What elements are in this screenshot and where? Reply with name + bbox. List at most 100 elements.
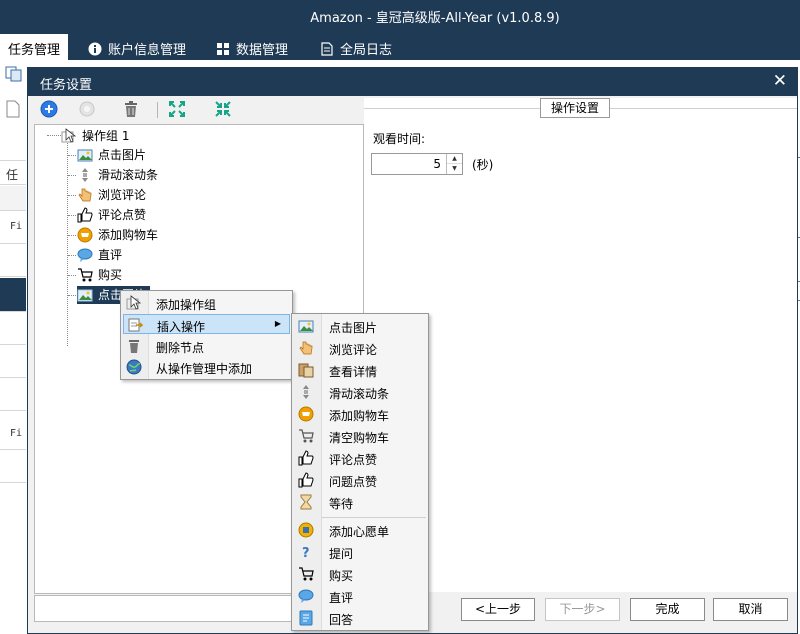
insert-operation-submenu: 点击图片 浏览评论 查看详情 滑动滚动条 添加购物车 清空购物车 评论点赞 问题… xyxy=(291,313,429,631)
cancel-button[interactable]: 取消 xyxy=(713,598,788,621)
disabled-circle-icon xyxy=(79,101,95,117)
background-row xyxy=(0,186,26,211)
tree-node-label: 添加购物车 xyxy=(98,228,159,242)
seconds-unit-label: (秒) xyxy=(472,158,494,172)
submenu-item-browse-reviews[interactable]: 浏览评论 xyxy=(294,338,426,358)
watch-time-input[interactable] xyxy=(373,155,445,173)
watch-time-label: 观看时间: xyxy=(373,132,426,146)
details-icon xyxy=(298,363,314,378)
menu-item-insert-operation[interactable]: 插入操作 ▶ xyxy=(123,314,290,334)
add-group-icon xyxy=(126,295,142,310)
submenu-item-question-like[interactable]: 问题点赞 xyxy=(294,470,426,490)
app-title: Amazon - 皇冠高级版-All-Year (v1.0.8.9) xyxy=(310,11,560,26)
cart-add-icon xyxy=(77,227,93,243)
watch-time-stepper[interactable]: ▲ ▼ xyxy=(371,153,463,175)
image-icon xyxy=(77,149,93,162)
tree-connector xyxy=(47,135,61,136)
menu-item-label: 评论点赞 xyxy=(329,453,378,467)
menu-item-label: 购买 xyxy=(329,569,354,583)
stepper-up-icon[interactable]: ▲ xyxy=(447,154,462,164)
menu-item-add-group[interactable]: 添加操作组 xyxy=(123,293,290,313)
tree-node-label: 操作组 1 xyxy=(82,129,130,143)
tree-connector xyxy=(68,195,76,196)
copy-icon xyxy=(5,66,22,82)
background-row-selected xyxy=(0,278,26,312)
tab-label: 任务管理 xyxy=(8,43,61,58)
disabled-button[interactable] xyxy=(78,100,100,120)
tab-data-management[interactable]: 数据管理 xyxy=(208,34,296,60)
stepper-buttons: ▲ ▼ xyxy=(446,154,462,174)
tree-node-click-image[interactable]: 点击图片 xyxy=(77,146,146,164)
submenu-item-clear-cart[interactable]: 清空购物车 xyxy=(294,426,426,446)
menu-item-label: 从操作管理中添加 xyxy=(156,362,253,376)
tree-connector xyxy=(68,275,76,276)
grid-icon xyxy=(217,43,229,55)
background-column-header: 任务 xyxy=(0,160,26,185)
submenu-item-add-to-cart[interactable]: 添加购物车 xyxy=(294,404,426,424)
tab-account-info[interactable]: 账户信息管理 xyxy=(80,34,194,60)
background-row xyxy=(0,313,26,345)
menu-item-label: 添加心愿单 xyxy=(329,525,390,539)
submenu-item-review-like[interactable]: 评论点赞 xyxy=(294,448,426,468)
submenu-item-add-wishlist[interactable]: 添加心愿单 xyxy=(294,520,426,540)
tree-node-scroll[interactable]: 滑动滚动条 xyxy=(77,166,158,184)
dialog-title: 任务设置 xyxy=(40,78,93,93)
tree-node-label: 滑动滚动条 xyxy=(98,168,159,182)
submenu-item-wait[interactable]: 等待 xyxy=(294,492,426,512)
menu-item-delete-node[interactable]: 删除节点 xyxy=(123,336,290,356)
tree-node-review-like[interactable]: 评论点赞 xyxy=(77,206,146,224)
scroll-icon xyxy=(82,168,88,182)
submenu-item-click-image[interactable]: 点击图片 xyxy=(294,316,426,336)
tree-node-direct-review[interactable]: 直评 xyxy=(77,246,122,264)
tab-task-management[interactable]: 任务管理 xyxy=(0,34,69,60)
submenu-separator xyxy=(322,517,426,518)
trash-icon xyxy=(129,340,139,353)
submenu-item-view-details[interactable]: 查看详情 xyxy=(294,360,426,380)
menu-item-label: 添加操作组 xyxy=(156,298,217,312)
expand-all-button[interactable] xyxy=(168,100,190,120)
menu-item-add-from-manager[interactable]: 从操作管理中添加 xyxy=(123,357,290,377)
finish-button[interactable]: 完成 xyxy=(630,598,705,621)
tree-connector xyxy=(68,175,76,176)
submenu-item-ask-question[interactable]: ? 提问 xyxy=(294,542,426,562)
globe-icon xyxy=(126,359,142,375)
close-icon[interactable]: ✕ xyxy=(773,71,787,91)
prev-step-button[interactable]: <上一步 xyxy=(461,598,535,621)
expand-icon xyxy=(169,101,185,117)
hand-icon xyxy=(78,188,92,202)
tab-global-log[interactable]: 全局日志 xyxy=(312,34,400,60)
background-row xyxy=(0,245,26,277)
tab-label: 全局日志 xyxy=(340,43,393,58)
tab-label: 数据管理 xyxy=(236,43,289,58)
submenu-item-scroll[interactable]: 滑动滚动条 xyxy=(294,382,426,402)
stepper-down-icon[interactable]: ▼ xyxy=(447,164,462,174)
menu-item-label: 添加购物车 xyxy=(329,409,390,423)
menu-item-label: 查看详情 xyxy=(329,365,378,379)
collapse-all-button[interactable] xyxy=(214,100,236,120)
menu-item-label: 直评 xyxy=(329,591,354,605)
tree-connector xyxy=(68,155,76,156)
delete-button[interactable] xyxy=(122,100,144,120)
background-row xyxy=(0,451,26,483)
tab-label: 账户信息管理 xyxy=(108,43,187,58)
background-row xyxy=(0,346,26,378)
submenu-arrow-icon: ▶ xyxy=(274,319,281,328)
tree-node-add-to-cart[interactable]: 添加购物车 xyxy=(77,226,158,244)
tree-node-browse-reviews[interactable]: 浏览评论 xyxy=(77,186,146,204)
scroll-icon xyxy=(303,385,309,399)
submenu-item-buy[interactable]: 购买 xyxy=(294,564,426,584)
next-step-button[interactable]: 下一步> xyxy=(545,598,620,621)
cart-clear-icon xyxy=(299,429,314,443)
toolbar-separator xyxy=(157,102,158,118)
menu-item-label: 提问 xyxy=(329,547,354,561)
add-button[interactable] xyxy=(40,100,62,120)
submenu-item-direct-review[interactable]: 直评 xyxy=(294,586,426,606)
tree-connector xyxy=(68,235,76,236)
submenu-item-answer[interactable]: 回答 xyxy=(294,608,426,628)
svg-text:?: ? xyxy=(302,546,310,560)
dialog-title-bar: 任务设置 ✕ xyxy=(28,68,797,96)
background-row xyxy=(0,379,26,411)
menu-item-label: 删除节点 xyxy=(156,341,205,355)
tree-node-root[interactable]: 操作组 1 xyxy=(61,127,129,145)
tree-node-buy[interactable]: 购买 xyxy=(77,266,122,284)
